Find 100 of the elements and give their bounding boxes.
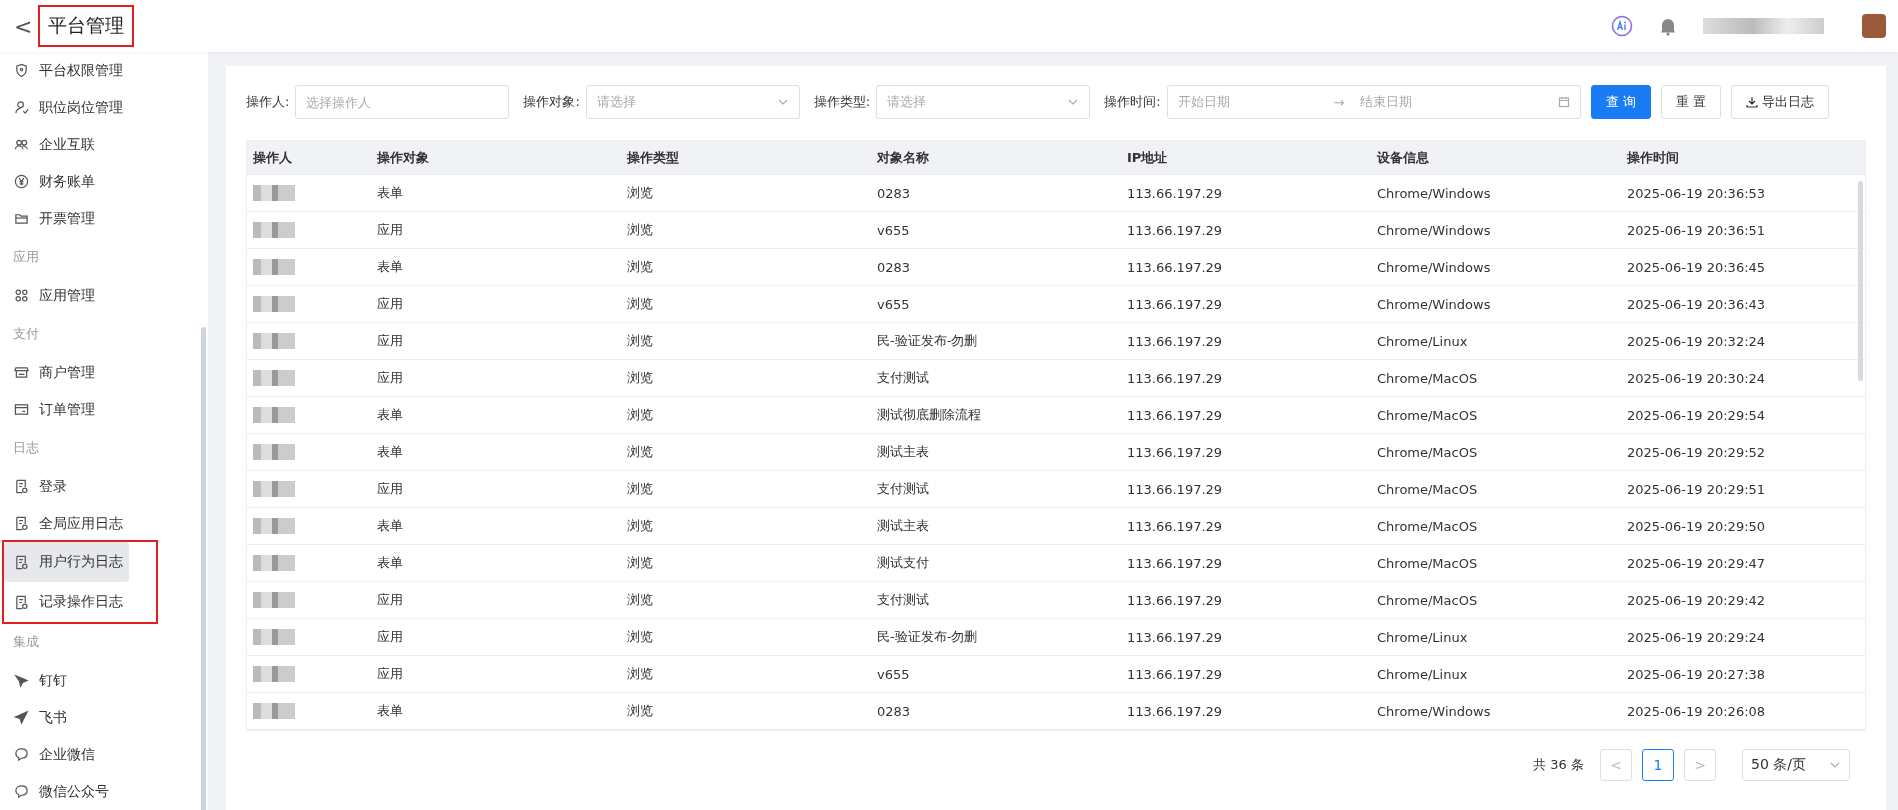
table-cell-text: Chrome/Linux <box>1376 666 1469 682</box>
table-cell-text: v655 <box>876 666 911 682</box>
plane-icon <box>14 710 29 725</box>
table-cell-text: Chrome/Windows <box>1376 259 1492 275</box>
table-cell-text: Chrome/MacOS <box>1376 444 1479 460</box>
doc-icon <box>14 516 29 531</box>
table-cell-text: 113.66.197.29 <box>1126 333 1224 349</box>
table-cell-text: 2025-06-19 20:36:45 <box>1626 259 1767 275</box>
column-header: 操作时间 <box>1626 148 1680 167</box>
blurred-name <box>253 518 295 534</box>
page-title: 平台管理 <box>40 7 133 45</box>
ai-icon[interactable] <box>1611 15 1633 37</box>
wing-icon <box>14 673 29 688</box>
blurred-name <box>253 666 295 682</box>
table-cell-text: 测试彻底删除流程 <box>876 406 982 424</box>
column-header: 对象名称 <box>876 148 930 167</box>
table-cell-text: 0283 <box>876 259 912 275</box>
table-cell-text: v655 <box>876 296 911 312</box>
card-icon <box>14 402 29 417</box>
sidebar-item[interactable]: 企业互联 <box>0 126 190 163</box>
sidebar-item[interactable]: 记录操作日志 <box>4 582 129 622</box>
scrollbar[interactable] <box>1858 181 1863 381</box>
grid-icon <box>14 288 29 303</box>
table-cell-text: 2025-06-19 20:29:47 <box>1626 555 1767 571</box>
blurred-name <box>253 555 295 571</box>
table-cell-text: Chrome/Windows <box>1376 185 1492 201</box>
column-header: 操作对象 <box>376 148 430 167</box>
blurred-name <box>253 222 295 238</box>
table-cell-text: Chrome/MacOS <box>1376 481 1479 497</box>
sidebar-item[interactable]: 财务账单 <box>0 163 190 200</box>
table-cell-text: 浏览 <box>626 702 654 720</box>
page-size-select[interactable]: 50 条/页 <box>1742 749 1850 781</box>
sidebar-item[interactable]: 订单管理 <box>0 391 190 428</box>
operator-input[interactable]: 选择操作人 <box>295 85 510 119</box>
sidebar-item[interactable]: 平台权限管理 <box>0 52 190 89</box>
store-icon <box>14 365 29 380</box>
table-cell-text: Chrome/Linux <box>1376 629 1469 645</box>
doc-icon <box>14 554 29 570</box>
users-icon <box>14 137 29 152</box>
table-cell-text: 应用 <box>376 221 404 239</box>
table-cell-text: 浏览 <box>626 221 654 239</box>
table-cell-text: 2025-06-19 20:32:24 <box>1626 333 1767 349</box>
section-label: 日志 <box>12 439 40 457</box>
table-cell-text: Chrome/Windows <box>1376 703 1492 719</box>
scrollbar[interactable] <box>201 327 206 810</box>
sidebar-item[interactable]: 用户行为日志 <box>4 542 129 582</box>
shield-icon <box>14 63 29 78</box>
reset-button[interactable]: 重 置 <box>1660 85 1721 119</box>
filter-label: 操作对象: <box>523 93 580 111</box>
table-cell-text: 应用 <box>376 369 404 387</box>
filter-label: 操作类型: <box>813 93 871 111</box>
sidebar-item[interactable]: 登录 <box>0 468 190 505</box>
table-cell-text: 应用 <box>376 295 404 313</box>
sidebar-item[interactable]: 微信公众号 <box>0 773 190 810</box>
table-cell-text: 2025-06-19 20:27:38 <box>1626 666 1767 682</box>
table-cell-text: 113.66.197.29 <box>1126 296 1224 312</box>
sidebar-item[interactable]: 职位岗位管理 <box>0 89 190 126</box>
table-cell-text: 应用 <box>376 665 404 683</box>
table-cell-text: 浏览 <box>626 554 654 572</box>
sidebar-item[interactable]: 商户管理 <box>0 354 190 391</box>
table-cell-text: Chrome/Windows <box>1376 222 1492 238</box>
sidebar-item[interactable]: 企业微信 <box>0 736 190 773</box>
table-cell-text: 表单 <box>376 702 404 720</box>
table-cell-text: 民-验证发布-勿删 <box>876 332 979 350</box>
table-cell-text: 浏览 <box>626 258 654 276</box>
total-count: 共 36 条 <box>1533 756 1584 774</box>
table-cell-text: 2025-06-19 20:29:24 <box>1626 629 1767 645</box>
search-button[interactable]: 查 询 <box>1590 85 1651 119</box>
sidebar-item[interactable]: 开票管理 <box>0 200 190 237</box>
table-cell-text: 浏览 <box>626 332 654 350</box>
page-button[interactable]: 1 <box>1642 749 1674 781</box>
table-cell-text: 浏览 <box>626 665 654 683</box>
blurred-name <box>253 481 295 497</box>
section-label: 集成 <box>12 633 40 651</box>
table-cell-text: Chrome/MacOS <box>1376 518 1479 534</box>
chat-icon <box>14 747 29 762</box>
blurred-name <box>253 407 295 423</box>
table-cell-text: 支付测试 <box>876 480 930 498</box>
blurred-name <box>253 592 295 608</box>
table-cell-text: 浏览 <box>626 443 654 461</box>
sidebar-item[interactable]: 全局应用日志 <box>0 505 190 542</box>
table-cell-text: 2025-06-19 20:29:54 <box>1626 407 1767 423</box>
sidebar-item[interactable]: 钉钉 <box>0 662 190 699</box>
table-cell-text: 民-验证发布-勿删 <box>876 628 979 646</box>
back-button[interactable]: < <box>12 13 35 39</box>
chat-icon <box>14 784 29 799</box>
avatar[interactable] <box>1862 14 1886 38</box>
sidebar-item[interactable]: 飞书 <box>0 699 190 736</box>
table-cell-text: 浏览 <box>626 295 654 313</box>
column-header: IP地址 <box>1126 148 1169 167</box>
table-cell-text: Chrome/MacOS <box>1376 370 1479 386</box>
table-cell-text: 0283 <box>876 185 912 201</box>
table-cell-text: 表单 <box>376 258 404 276</box>
table-cell-text: 113.66.197.29 <box>1126 222 1224 238</box>
sidebar-item[interactable]: 应用管理 <box>0 277 190 314</box>
export-button[interactable]: 导出日志 <box>1730 85 1829 119</box>
doc-icon <box>14 479 29 494</box>
table-cell-text: 113.66.197.29 <box>1126 703 1224 719</box>
filter-label: 操作时间: <box>1104 93 1161 111</box>
table-cell-text: 应用 <box>376 480 404 498</box>
